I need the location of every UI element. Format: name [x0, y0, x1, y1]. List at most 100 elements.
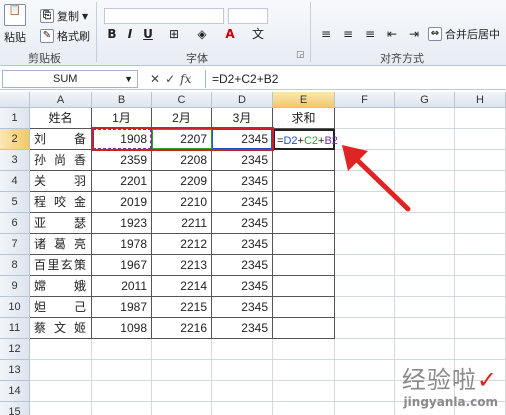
cell-d5[interactable]: 2345 — [212, 192, 273, 213]
cell-b14[interactable] — [92, 381, 152, 402]
cell-e11[interactable] — [273, 318, 335, 339]
cell-h2[interactable] — [455, 129, 506, 150]
align-right-icon[interactable]: ≡ — [362, 26, 378, 42]
cell-d10[interactable]: 2345 — [212, 297, 273, 318]
cell-b8[interactable]: 1967 — [92, 255, 152, 276]
cell-a13[interactable] — [30, 360, 92, 381]
cell-b5[interactable]: 2019 — [92, 192, 152, 213]
row-header-13[interactable]: 13 — [0, 360, 30, 381]
cell-a15[interactable] — [30, 402, 92, 415]
font-dialog-launcher-icon[interactable]: ◲ — [296, 50, 305, 60]
cell-a9[interactable]: 嫦娥 — [30, 276, 92, 297]
cell-e13[interactable] — [273, 360, 335, 381]
font-color-icon[interactable]: A — [222, 26, 238, 42]
cell-e9[interactable] — [273, 276, 335, 297]
cell-e14[interactable] — [273, 381, 335, 402]
cell-e8[interactable] — [273, 255, 335, 276]
bold-button[interactable]: B — [104, 26, 120, 42]
cell-b1[interactable]: 1月 — [92, 108, 152, 129]
cell-e2[interactable]: =D2+C2+B2 — [273, 129, 338, 150]
column-header-g[interactable]: G — [395, 92, 455, 108]
italic-button[interactable]: I — [122, 26, 138, 42]
fill-color-icon[interactable]: ◈ — [194, 26, 210, 42]
cell-b3[interactable]: 2359 — [92, 150, 152, 171]
cell-f14[interactable] — [335, 381, 395, 402]
cell-h6[interactable] — [455, 213, 506, 234]
cell-a3[interactable]: 孙尚香 — [30, 150, 92, 171]
cell-g10[interactable] — [395, 297, 455, 318]
cell-d15[interactable] — [212, 402, 273, 415]
cell-d11[interactable]: 2345 — [212, 318, 273, 339]
row-header-1[interactable]: 1 — [0, 108, 30, 129]
cell-b10[interactable]: 1987 — [92, 297, 152, 318]
cell-e6[interactable] — [273, 213, 335, 234]
cell-d3[interactable]: 2345 — [212, 150, 273, 171]
cell-g1[interactable] — [395, 108, 455, 129]
cell-c11[interactable]: 2216 — [152, 318, 212, 339]
cell-e1[interactable]: 求和 — [273, 108, 335, 129]
column-header-e[interactable]: E — [273, 92, 335, 108]
row-header-14[interactable]: 14 — [0, 381, 30, 402]
cell-a5[interactable]: 程咬金 — [30, 192, 92, 213]
cell-a2[interactable]: 刘备 — [30, 129, 92, 150]
cell-a1[interactable]: 姓名 — [30, 108, 92, 129]
cell-h8[interactable] — [455, 255, 506, 276]
row-header-11[interactable]: 11 — [0, 318, 30, 339]
cell-b12[interactable] — [92, 339, 152, 360]
cell-d4[interactable]: 2345 — [212, 171, 273, 192]
cell-e4[interactable] — [273, 171, 335, 192]
cell-c4[interactable]: 2209 — [152, 171, 212, 192]
cell-e5[interactable] — [273, 192, 335, 213]
cell-f11[interactable] — [335, 318, 395, 339]
cell-h7[interactable] — [455, 234, 506, 255]
cell-a11[interactable]: 蔡文姬 — [30, 318, 92, 339]
cell-f10[interactable] — [335, 297, 395, 318]
cell-d13[interactable] — [212, 360, 273, 381]
row-header-10[interactable]: 10 — [0, 297, 30, 318]
cell-h5[interactable] — [455, 192, 506, 213]
column-header-c[interactable]: C — [152, 92, 212, 108]
column-header-a[interactable]: A — [30, 92, 92, 108]
cell-b9[interactable]: 2011 — [92, 276, 152, 297]
cell-f1[interactable] — [335, 108, 395, 129]
cell-h3[interactable] — [455, 150, 506, 171]
cell-a12[interactable] — [30, 339, 92, 360]
insert-function-icon[interactable]: fx — [180, 72, 191, 86]
row-header-8[interactable]: 8 — [0, 255, 30, 276]
cell-f7[interactable] — [335, 234, 395, 255]
row-header-9[interactable]: 9 — [0, 276, 30, 297]
align-left-icon[interactable]: ≡ — [318, 26, 334, 42]
row-header-12[interactable]: 12 — [0, 339, 30, 360]
cell-b13[interactable] — [92, 360, 152, 381]
cell-h4[interactable] — [455, 171, 506, 192]
cell-e7[interactable] — [273, 234, 335, 255]
column-header-f[interactable]: F — [335, 92, 395, 108]
border-icon[interactable]: ⊞ — [166, 26, 182, 42]
cell-a14[interactable] — [30, 381, 92, 402]
cell-b4[interactable]: 2201 — [92, 171, 152, 192]
formula-input[interactable]: =D2+C2+B2 — [205, 70, 504, 88]
cell-e10[interactable] — [273, 297, 335, 318]
cell-f12[interactable] — [335, 339, 395, 360]
cell-b6[interactable]: 1923 — [92, 213, 152, 234]
decrease-indent-icon[interactable]: ⇤ — [384, 26, 400, 42]
cell-g11[interactable] — [395, 318, 455, 339]
cell-c7[interactable]: 2212 — [152, 234, 212, 255]
row-header-3[interactable]: 3 — [0, 150, 30, 171]
cell-b7[interactable]: 1978 — [92, 234, 152, 255]
cell-e3[interactable] — [273, 150, 335, 171]
enter-icon[interactable]: ✓ — [165, 72, 175, 86]
row-header-15[interactable]: 15 — [0, 402, 30, 415]
chevron-down-icon[interactable]: ▼ — [124, 71, 133, 87]
row-header-5[interactable]: 5 — [0, 192, 30, 213]
name-box[interactable]: SUM ▼ — [2, 70, 138, 88]
cell-f8[interactable] — [335, 255, 395, 276]
cell-a6[interactable]: 亚瑟 — [30, 213, 92, 234]
cell-d8[interactable]: 2345 — [212, 255, 273, 276]
row-header-4[interactable]: 4 — [0, 171, 30, 192]
cell-h1[interactable] — [455, 108, 506, 129]
cell-c10[interactable]: 2215 — [152, 297, 212, 318]
underline-button[interactable]: U — [140, 26, 156, 42]
row-header-6[interactable]: 6 — [0, 213, 30, 234]
cell-d12[interactable] — [212, 339, 273, 360]
